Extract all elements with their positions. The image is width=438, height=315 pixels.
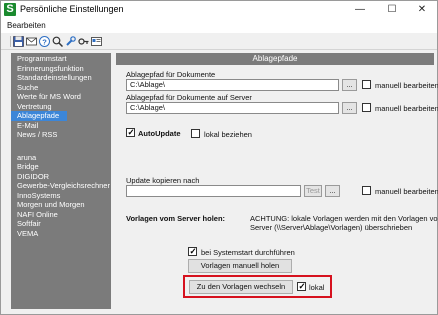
- warning-text-line2: Server (\\Server\Ablage\Vorlagen) übersc…: [250, 223, 413, 232]
- sidebar-item-softfair[interactable]: Softfair: [11, 219, 111, 229]
- menu-edit[interactable]: Bearbeiten: [7, 21, 46, 30]
- update-copy-manual-checkbox[interactable]: [362, 186, 371, 195]
- mail-icon[interactable]: [26, 36, 37, 47]
- sidebar-item-aruna[interactable]: aruna: [11, 153, 111, 163]
- sidebar-item-digidor[interactable]: DIGIDOR: [11, 172, 111, 182]
- sidebar-item-suche[interactable]: Suche: [11, 83, 111, 93]
- sidebar-divider: [11, 140, 111, 153]
- sidebar-item-nafi-online[interactable]: NAFI Online: [11, 210, 111, 220]
- minimize-button[interactable]: —: [345, 1, 375, 19]
- sidebar-item-news-rss[interactable]: News / RSS: [11, 130, 111, 140]
- doc-path-label: Ablagepfad für Dokumente: [126, 70, 216, 79]
- test-button[interactable]: Test: [304, 185, 322, 197]
- fetch-manual-button[interactable]: Vorlagen manuell holen: [188, 259, 292, 273]
- app-logo-icon: S: [4, 3, 16, 16]
- update-copy-input[interactable]: [126, 185, 301, 197]
- local-checkbox[interactable]: [297, 281, 306, 292]
- svg-text:?: ?: [42, 37, 47, 46]
- doc-path-manual-label: manuell bearbeiten: [375, 81, 438, 90]
- title-bar: S Persönliche Einstellungen — ☐ ✕: [1, 1, 437, 19]
- maximize-button[interactable]: ☐: [377, 1, 407, 19]
- local-fetch-label: lokal beziehen: [204, 130, 252, 139]
- sidebar-item-vema[interactable]: VEMA: [11, 229, 111, 239]
- on-start-label: bei Systemstart durchführen: [201, 248, 295, 257]
- on-start-checkbox[interactable]: [188, 246, 197, 257]
- server-path-manual-label: manuell bearbeiten: [375, 104, 438, 113]
- sidebar-item-gewerbe-vergleichsrechner[interactable]: Gewerbe-Vergleichsrechner: [11, 181, 111, 191]
- key-icon[interactable]: [78, 36, 89, 47]
- search-icon[interactable]: [52, 36, 63, 47]
- sidebar-item-standardeinstellungen[interactable]: Standardeinstellungen: [11, 73, 111, 83]
- sidebar-item-innosystems[interactable]: InnoSystems: [11, 191, 111, 201]
- sidebar-item-bridge[interactable]: Bridge: [11, 162, 111, 172]
- sidebar-nav: Programmstart Erinnerungsfunktion Standa…: [11, 54, 111, 238]
- section-header: Ablagepfade: [116, 53, 434, 65]
- update-copy-browse-button[interactable]: ...: [325, 185, 340, 197]
- local-fetch-checkbox[interactable]: [191, 129, 200, 138]
- sidebar-item-vertretung[interactable]: Vertretung: [11, 102, 111, 112]
- update-copy-manual-label: manuell bearbeiten: [375, 187, 438, 196]
- server-path-input[interactable]: C:\Ablage\: [126, 102, 339, 114]
- window-title: Persönliche Einstellungen: [20, 4, 124, 14]
- update-copy-label: Update kopieren nach: [126, 176, 200, 185]
- sidebar: Programmstart Erinnerungsfunktion Standa…: [11, 53, 111, 309]
- doc-path-input[interactable]: C:\Ablage\: [126, 79, 339, 91]
- warning-text-line1: ACHTUNG: lokale Vorlagen werden mit den …: [250, 214, 438, 223]
- card-icon[interactable]: [91, 36, 102, 47]
- server-path-browse-button[interactable]: ...: [342, 102, 357, 114]
- sidebar-item-werte-ms-word[interactable]: Werte für MS Word: [11, 92, 111, 102]
- local-label: lokal: [309, 283, 325, 292]
- server-path-label: Ablagepfad für Dokumente auf Server: [126, 93, 252, 102]
- close-button[interactable]: ✕: [407, 1, 437, 19]
- doc-path-browse-button[interactable]: ...: [342, 79, 357, 91]
- save-icon[interactable]: [13, 36, 24, 47]
- server-path-manual-checkbox[interactable]: [362, 103, 371, 112]
- content-panel: Ablagepfade Ablagepfad für Dokumente C:\…: [116, 53, 438, 309]
- help-icon[interactable]: ?: [39, 36, 50, 47]
- sidebar-item-morgen-und-morgen[interactable]: Morgen und Morgen: [11, 200, 111, 210]
- autoupdate-label: AutoUpdate: [138, 129, 181, 138]
- switch-templates-button[interactable]: Zu den Vorlagen wechseln: [189, 280, 293, 294]
- sidebar-item-erinnerungsfunktion[interactable]: Erinnerungsfunktion: [11, 64, 111, 74]
- sidebar-item-ablagepfade[interactable]: Ablagepfade: [11, 111, 67, 121]
- sidebar-item-programmstart[interactable]: Programmstart: [11, 54, 111, 64]
- menu-bar: Bearbeiten: [1, 19, 437, 33]
- fetch-server-label: Vorlagen vom Server holen:: [126, 214, 226, 223]
- doc-path-manual-checkbox[interactable]: [362, 80, 371, 89]
- settings-window: S Persönliche Einstellungen — ☐ ✕ Bearbe…: [0, 0, 438, 315]
- autoupdate-checkbox[interactable]: [126, 127, 135, 138]
- sidebar-item-email[interactable]: E-Mail: [11, 121, 111, 131]
- wrench-icon[interactable]: [65, 36, 76, 47]
- toolbar-grip: [10, 36, 11, 47]
- toolbar: ?: [1, 33, 437, 50]
